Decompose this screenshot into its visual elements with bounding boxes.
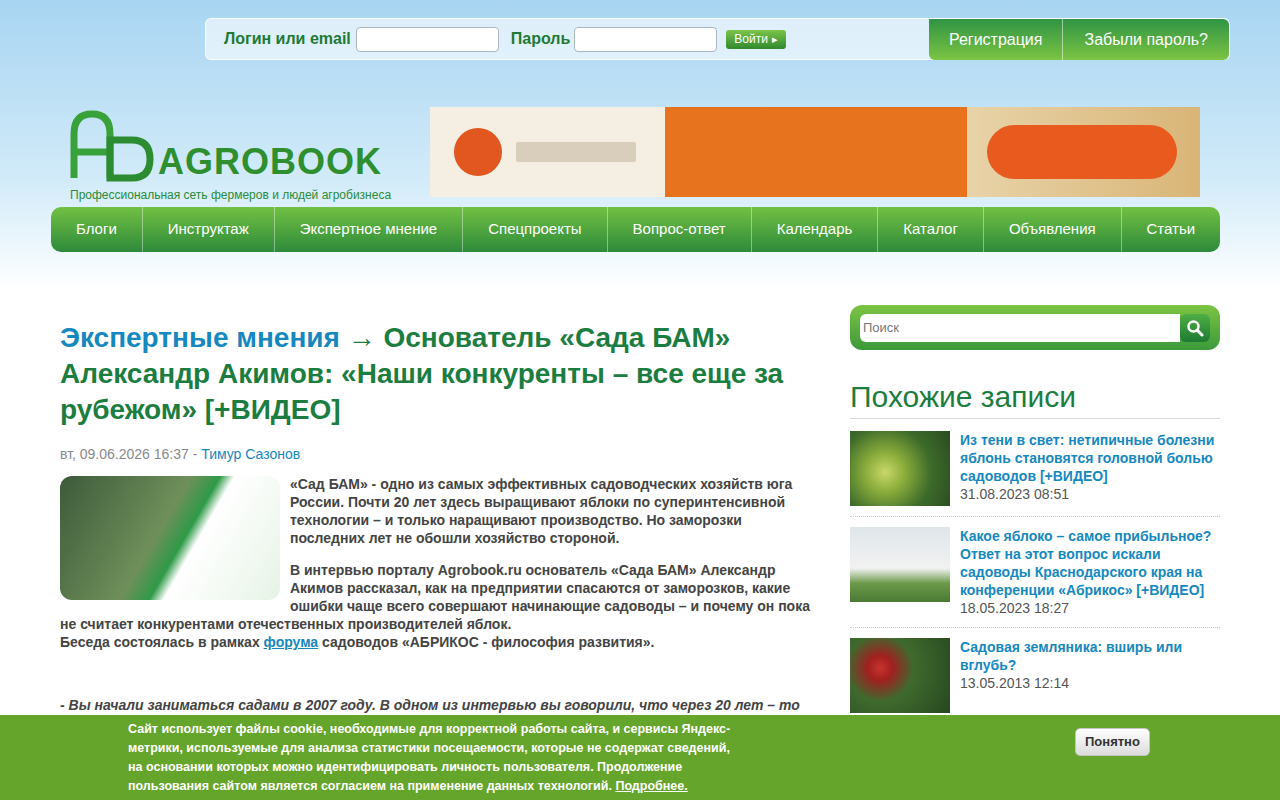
- related-date: 13.05.2013 12:14: [960, 674, 1220, 692]
- nav-item[interactable]: Каталог: [878, 207, 984, 252]
- article: Экспертные мнения → Основатель «Сада БАМ…: [60, 305, 810, 734]
- main-nav: БлогиИнструктажЭкспертное мнениеСпецпрое…: [51, 207, 1220, 252]
- author-link[interactable]: Тимур Сазонов: [201, 446, 300, 462]
- login-label: Логин или email: [224, 27, 351, 51]
- cookie-text: Сайт использует файлы cookie, необходимы…: [128, 720, 733, 800]
- nav-item[interactable]: Календарь: [752, 207, 879, 252]
- logo-tagline: Профессиональная сеть фермеров и людей а…: [70, 186, 410, 204]
- cookie-more-link[interactable]: Подробнее.: [615, 779, 687, 793]
- register-link[interactable]: Регистрация: [929, 19, 1064, 60]
- related-title: Похожие записи: [850, 380, 1220, 419]
- related-item[interactable]: Из тени в свет: нетипичные болезни яблон…: [850, 425, 1220, 517]
- account-links: РегистрацияЗабыли пароль?: [929, 19, 1229, 60]
- logo-icon: [70, 110, 156, 182]
- nav-item[interactable]: Вопрос-ответ: [608, 207, 752, 252]
- search-input[interactable]: [860, 314, 1180, 342]
- login-button[interactable]: Войти▸: [726, 30, 786, 49]
- related-date: 31.08.2023 08:51: [960, 485, 1220, 503]
- login-input[interactable]: [356, 27, 499, 52]
- related-thumbnail[interactable]: [850, 638, 950, 713]
- breadcrumb-link[interactable]: Экспертные мнения: [60, 322, 340, 353]
- article-image[interactable]: [60, 476, 280, 600]
- nav-item[interactable]: Блоги: [51, 207, 143, 252]
- forum-link[interactable]: форума: [264, 634, 319, 650]
- related-link[interactable]: Какое яблоко – самое прибыльное? Ответ н…: [960, 527, 1220, 599]
- nav-item[interactable]: Спецпроекты: [463, 207, 607, 252]
- nav-item[interactable]: Экспертное мнение: [275, 207, 463, 252]
- related-item[interactable]: Какое яблоко – самое прибыльное? Ответ н…: [850, 517, 1220, 628]
- nav-item[interactable]: Объявления: [984, 207, 1122, 252]
- article-title: Экспертные мнения → Основатель «Сада БАМ…: [60, 320, 810, 428]
- related-thumbnail[interactable]: [850, 431, 950, 506]
- sidebar: Похожие записи Из тени в свет: нетипичны…: [850, 305, 1220, 734]
- cookie-accept-button[interactable]: Понятно: [1075, 728, 1150, 756]
- related-link[interactable]: Из тени в свет: нетипичные болезни яблон…: [960, 431, 1220, 485]
- related-thumbnail[interactable]: [850, 527, 950, 602]
- related-date: 18.05.2023 18:27: [960, 599, 1220, 617]
- search-button[interactable]: [1180, 314, 1210, 342]
- related-link[interactable]: Садовая земляника: вширь или вглубь?: [960, 638, 1220, 674]
- magnifier-icon: [1186, 319, 1204, 337]
- logo[interactable]: AGROBOOK Профессиональная сеть фермеров …: [70, 107, 410, 197]
- banner-logo-icon: [454, 128, 502, 176]
- event-note: Беседа состоялась в рамках форума садово…: [60, 633, 810, 651]
- nav-item[interactable]: Инструктаж: [143, 207, 275, 252]
- password-input[interactable]: [574, 27, 717, 52]
- nav-item[interactable]: Статьи: [1122, 207, 1220, 252]
- banner-ad[interactable]: [430, 107, 1200, 197]
- article-meta: вт, 09.06.2026 16:37 - Тимур Сазонов: [60, 444, 810, 465]
- related-item[interactable]: Садовая земляника: вширь или вглубь?13.0…: [850, 628, 1220, 724]
- password-label: Пароль: [511, 27, 571, 51]
- cookie-bar: Сайт использует файлы cookie, необходимы…: [0, 715, 1280, 800]
- forgot-password-link[interactable]: Забыли пароль?: [1063, 19, 1229, 60]
- search-box: [850, 305, 1220, 350]
- login-bar: Логин или email Пароль Войти▸ Регистраци…: [205, 18, 1230, 60]
